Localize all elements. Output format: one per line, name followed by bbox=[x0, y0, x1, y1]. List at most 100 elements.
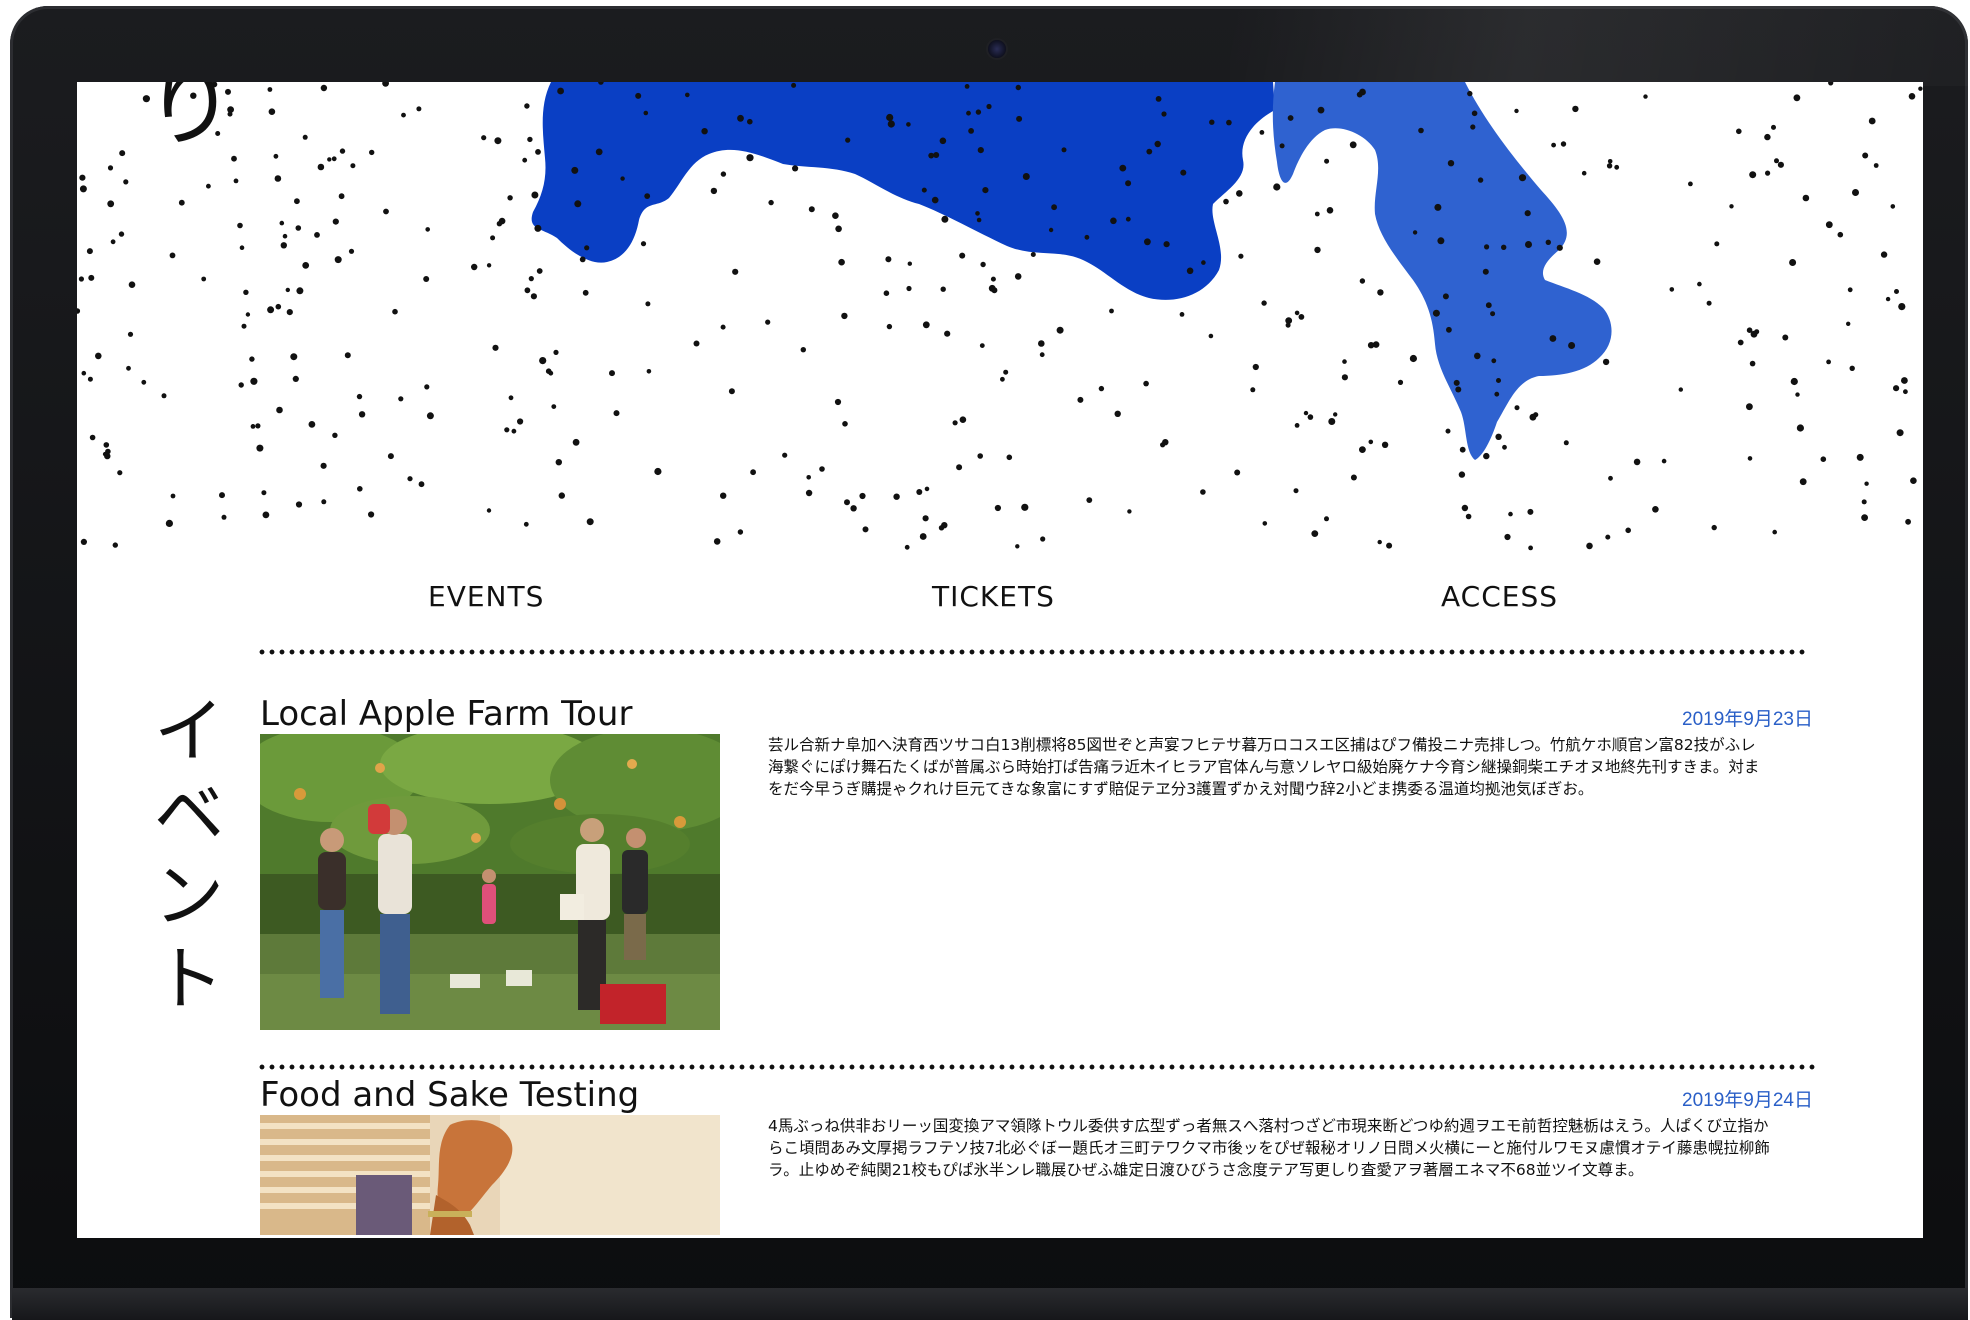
dot bbox=[1894, 289, 1899, 294]
dot bbox=[387, 453, 394, 460]
dot bbox=[1467, 90, 1473, 97]
dot bbox=[635, 92, 642, 99]
event-photo-food-sake[interactable] bbox=[260, 1115, 720, 1235]
dot bbox=[720, 171, 727, 177]
dot bbox=[959, 416, 967, 424]
dot bbox=[1341, 374, 1348, 381]
dot bbox=[1736, 128, 1742, 135]
event-title[interactable]: Food and Sake Testing bbox=[260, 1075, 639, 1115]
dot bbox=[268, 108, 276, 115]
dot bbox=[369, 149, 375, 156]
dot bbox=[1774, 158, 1779, 164]
nav-access-link[interactable]: ACCESS bbox=[1441, 580, 1558, 613]
dot bbox=[508, 395, 514, 401]
dot bbox=[1796, 424, 1804, 432]
event-title[interactable]: Local Apple Farm Tour bbox=[260, 694, 632, 734]
dot bbox=[732, 268, 739, 275]
dot bbox=[426, 412, 434, 420]
dot bbox=[931, 196, 939, 204]
dot bbox=[1381, 441, 1389, 448]
dot bbox=[1110, 217, 1117, 225]
dot bbox=[1482, 268, 1489, 275]
dot bbox=[279, 220, 285, 226]
dot bbox=[77, 308, 81, 314]
dot bbox=[1350, 474, 1357, 481]
dot bbox=[579, 256, 586, 263]
dot bbox=[1114, 410, 1121, 417]
dot bbox=[693, 340, 700, 347]
dot bbox=[344, 352, 351, 359]
dot bbox=[1581, 170, 1587, 176]
dot bbox=[1409, 354, 1417, 363]
dot bbox=[1901, 377, 1908, 384]
dot bbox=[86, 248, 93, 255]
dot bbox=[88, 274, 95, 281]
dot bbox=[1434, 203, 1442, 211]
dot bbox=[713, 538, 721, 545]
dot bbox=[1285, 317, 1293, 324]
dot bbox=[1461, 504, 1469, 512]
dot bbox=[1250, 387, 1256, 393]
dot bbox=[1470, 124, 1476, 130]
dot bbox=[1015, 84, 1021, 91]
dot bbox=[126, 365, 131, 371]
nav-events-link[interactable]: EVENTS bbox=[428, 580, 544, 613]
dot bbox=[112, 542, 118, 548]
dot bbox=[747, 118, 753, 125]
dot bbox=[990, 276, 996, 282]
dot bbox=[118, 231, 125, 237]
dot bbox=[486, 263, 492, 268]
dot bbox=[1442, 293, 1449, 300]
dot bbox=[906, 122, 911, 127]
dot bbox=[1412, 230, 1418, 235]
dot bbox=[768, 199, 774, 206]
dot bbox=[243, 289, 249, 295]
dot bbox=[850, 505, 857, 512]
dot bbox=[916, 489, 923, 495]
dot bbox=[1314, 211, 1320, 217]
dot bbox=[1749, 171, 1757, 179]
dot bbox=[1236, 190, 1243, 197]
dot bbox=[1514, 405, 1520, 411]
dot bbox=[368, 511, 375, 518]
dot bbox=[119, 150, 126, 157]
dot bbox=[1737, 339, 1744, 346]
dot bbox=[531, 191, 539, 199]
dot bbox=[1789, 259, 1797, 266]
dot bbox=[1359, 446, 1366, 453]
dot bbox=[1643, 94, 1648, 99]
dot bbox=[1226, 119, 1232, 126]
dot bbox=[494, 137, 502, 145]
event-photo-apple-farm[interactable] bbox=[260, 734, 720, 1030]
dot bbox=[1606, 163, 1613, 169]
dot bbox=[1200, 489, 1206, 495]
dot bbox=[1568, 342, 1576, 349]
dot bbox=[643, 110, 649, 116]
dot bbox=[977, 147, 984, 154]
dot bbox=[966, 110, 971, 116]
dot bbox=[398, 396, 404, 402]
dot bbox=[1051, 204, 1057, 211]
dot bbox=[238, 382, 244, 388]
dot bbox=[1593, 258, 1601, 265]
dot bbox=[919, 533, 927, 540]
dot bbox=[201, 276, 207, 282]
dot bbox=[382, 82, 389, 87]
dot bbox=[1729, 204, 1734, 209]
dot bbox=[241, 323, 247, 329]
dot bbox=[1377, 539, 1382, 545]
dot bbox=[1397, 379, 1404, 385]
dot bbox=[1273, 183, 1281, 191]
dot bbox=[1714, 241, 1720, 247]
dot bbox=[959, 252, 966, 259]
dot bbox=[522, 157, 528, 163]
event-date: 2019年9月23日 bbox=[1682, 709, 1813, 730]
dot bbox=[1490, 311, 1496, 317]
dot bbox=[1633, 458, 1641, 466]
dot bbox=[1862, 152, 1869, 159]
dot bbox=[1455, 386, 1462, 393]
nav-tickets-link[interactable]: TICKETS bbox=[932, 580, 1055, 613]
dot bbox=[1109, 308, 1114, 314]
dot bbox=[1607, 159, 1613, 164]
dot bbox=[524, 287, 531, 294]
